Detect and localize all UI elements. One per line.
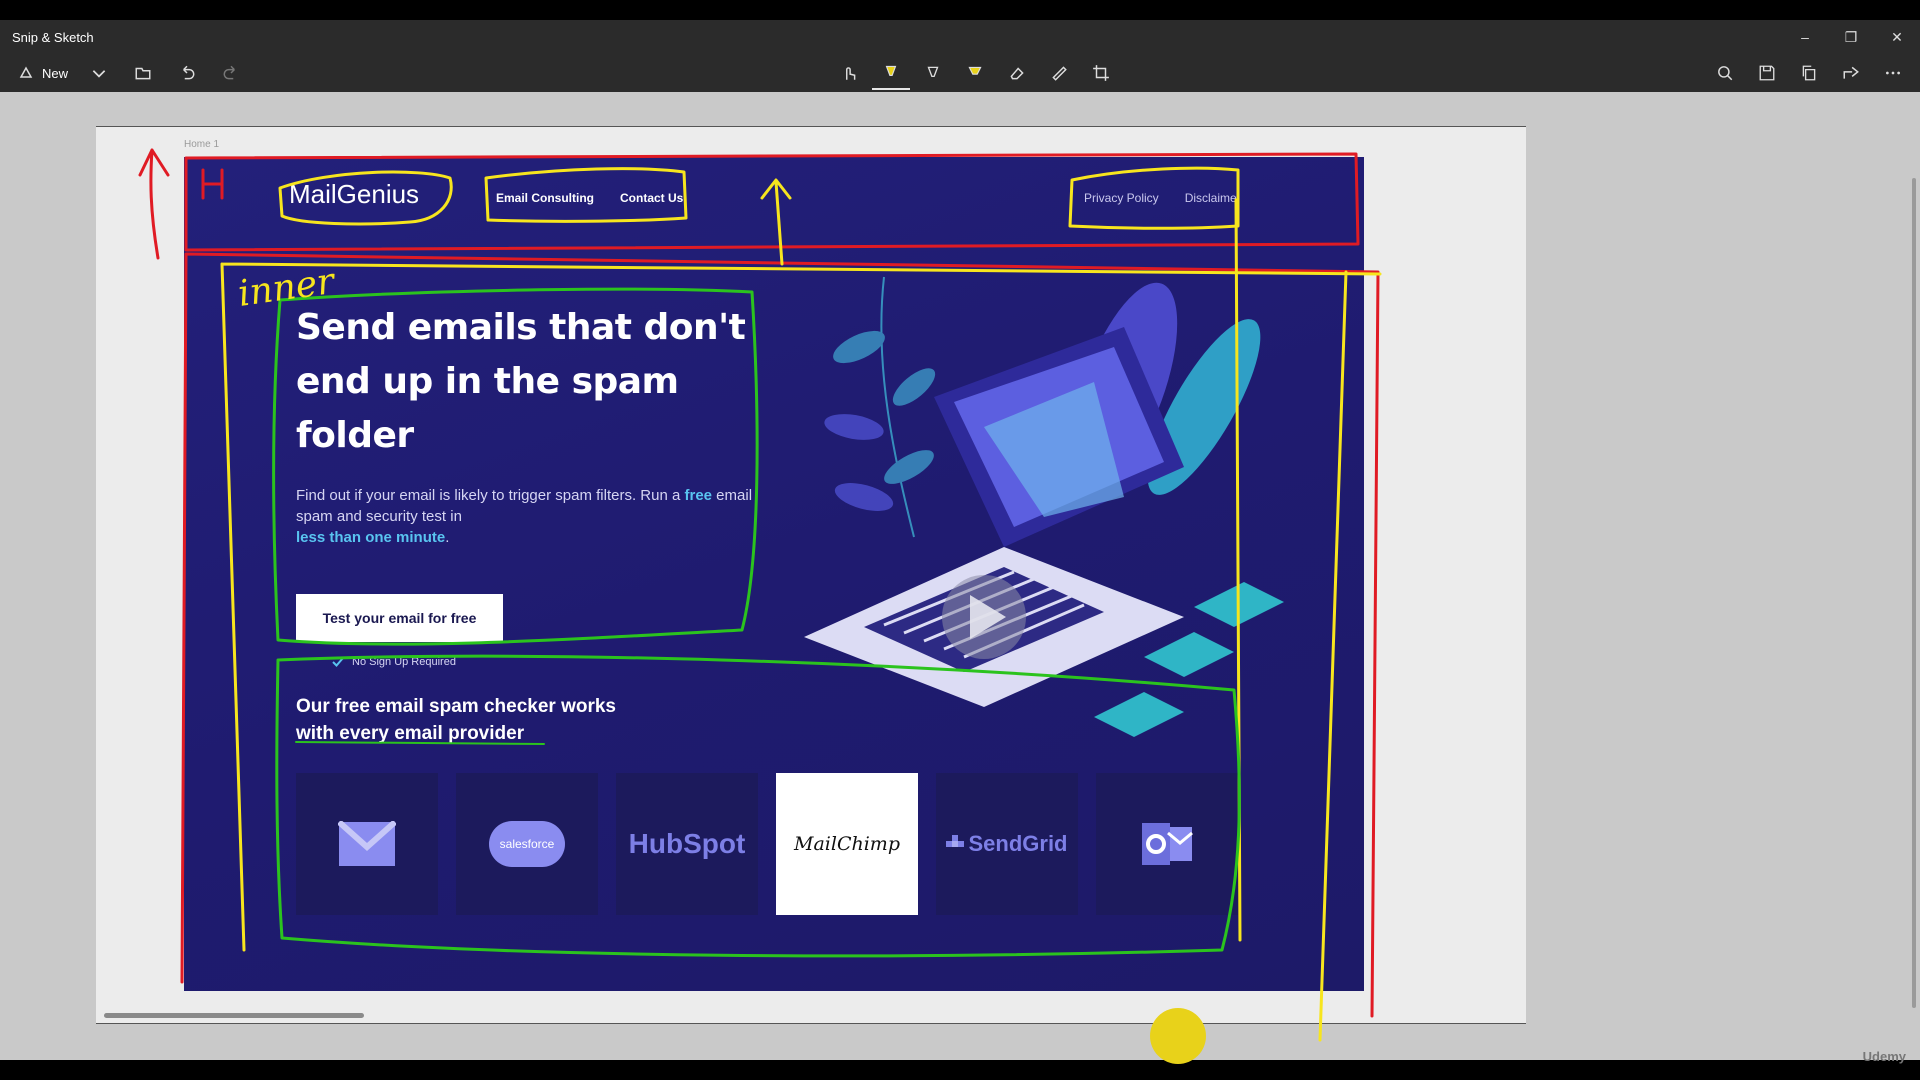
test-email-button[interactable]: Test your email for free — [296, 594, 503, 642]
checkmark-icon — [332, 657, 344, 667]
nav-right: Privacy Policy Disclaime — [1084, 191, 1237, 205]
headline-line2: end up in the spam folder — [296, 361, 679, 456]
document-snip[interactable]: Home 1 MailGenius Email Consulting Conta… — [96, 126, 1526, 1024]
new-button[interactable]: New — [12, 56, 74, 90]
desc-end: . — [445, 529, 450, 546]
touch-writing-icon[interactable] — [830, 56, 868, 90]
provider-hubspot[interactable]: HubSpot — [616, 773, 758, 915]
hero-headline: Send emails that don't end up in the spa… — [296, 301, 776, 463]
ballpoint-pen-icon[interactable] — [872, 56, 910, 90]
desc-fast: less than one minute — [296, 529, 446, 546]
hubspot-icon: HubSpot — [628, 828, 746, 859]
highlighter-icon[interactable] — [956, 56, 994, 90]
document-tab-label: Home 1 — [184, 139, 220, 150]
horizontal-scrollbar[interactable] — [104, 1013, 364, 1018]
headline-line1: Send emails that don't — [296, 307, 746, 348]
new-dropdown-chevron-icon[interactable] — [80, 56, 118, 90]
redo-icon[interactable] — [212, 56, 250, 90]
providers-row: salesforce HubSpot MailChimp SendGrid — [296, 773, 1238, 915]
provider-salesforce[interactable]: salesforce — [456, 773, 598, 915]
provider-gmail[interactable] — [296, 773, 438, 915]
nav-left: Email Consulting Contact Us — [496, 191, 683, 205]
leaf-branch — [824, 276, 936, 538]
nav-disclaimer[interactable]: Disclaime — [1185, 191, 1237, 205]
new-label: New — [42, 65, 69, 81]
pencil-icon[interactable] — [914, 56, 952, 90]
mailgenius-page: MailGenius Email Consulting Contact Us P… — [184, 157, 1364, 991]
hero-section: Send emails that don't end up in the spa… — [296, 301, 776, 668]
no-signup-note: No Sign Up Required — [332, 656, 776, 668]
sendgrid-label: SendGrid — [968, 831, 1068, 856]
minimize-icon[interactable]: – — [1782, 20, 1828, 54]
more-options-icon[interactable] — [1874, 56, 1912, 90]
udemy-watermark: Udemy — [1862, 1049, 1906, 1064]
vertical-scrollbar[interactable] — [1912, 178, 1916, 1008]
undo-icon[interactable] — [168, 56, 206, 90]
no-signup-text: No Sign Up Required — [352, 656, 456, 668]
canvas-area[interactable]: Home 1 MailGenius Email Consulting Conta… — [0, 92, 1920, 1060]
salesforce-icon: salesforce — [489, 821, 565, 867]
mailgenius-logo[interactable]: MailGenius — [289, 179, 419, 210]
eraser-icon[interactable] — [998, 56, 1036, 90]
hero-description: Find out if your email is likely to trig… — [296, 485, 776, 548]
salesforce-label: salesforce — [499, 837, 555, 851]
save-icon[interactable] — [1748, 56, 1786, 90]
toolbar: New — [0, 54, 1920, 92]
snip-sketch-window: Snip & Sketch – ❐ ✕ New Home 1 MailGeniu… — [0, 20, 1920, 1060]
gmail-icon — [338, 821, 396, 866]
nav-email-consulting[interactable]: Email Consulting — [496, 191, 594, 205]
window-controls: – ❐ ✕ — [1782, 20, 1920, 54]
crop-icon[interactable] — [1082, 56, 1120, 90]
nav-privacy-policy[interactable]: Privacy Policy — [1084, 191, 1159, 205]
desc-free: free — [684, 487, 713, 504]
restore-icon[interactable]: ❐ — [1828, 20, 1874, 54]
snip-icon — [19, 66, 33, 78]
share-icon[interactable] — [1832, 56, 1870, 90]
provider-sendgrid[interactable]: SendGrid — [936, 773, 1078, 915]
open-folder-icon[interactable] — [124, 56, 162, 90]
provider-mailchimp[interactable]: MailChimp — [776, 773, 918, 915]
zoom-icon[interactable] — [1706, 56, 1744, 90]
outlook-icon — [1142, 823, 1193, 865]
desc-part1: Find out if your email is likely to trig… — [296, 487, 685, 504]
title-bar: Snip & Sketch – ❐ ✕ — [0, 20, 1920, 54]
laptop-illustration — [804, 276, 1284, 737]
nav-contact-us[interactable]: Contact Us — [620, 191, 683, 205]
ruler-icon[interactable] — [1040, 56, 1078, 90]
copy-icon[interactable] — [1790, 56, 1828, 90]
close-icon[interactable]: ✕ — [1874, 20, 1920, 54]
provider-outlook[interactable] — [1096, 773, 1238, 915]
app-title: Snip & Sketch — [12, 29, 94, 45]
providers-title: Our free email spam checker works with e… — [296, 696, 616, 744]
mailchimp-icon: MailChimp — [794, 833, 900, 855]
cursor-highlight — [1150, 1008, 1206, 1064]
sendgrid-icon — [946, 835, 965, 847]
